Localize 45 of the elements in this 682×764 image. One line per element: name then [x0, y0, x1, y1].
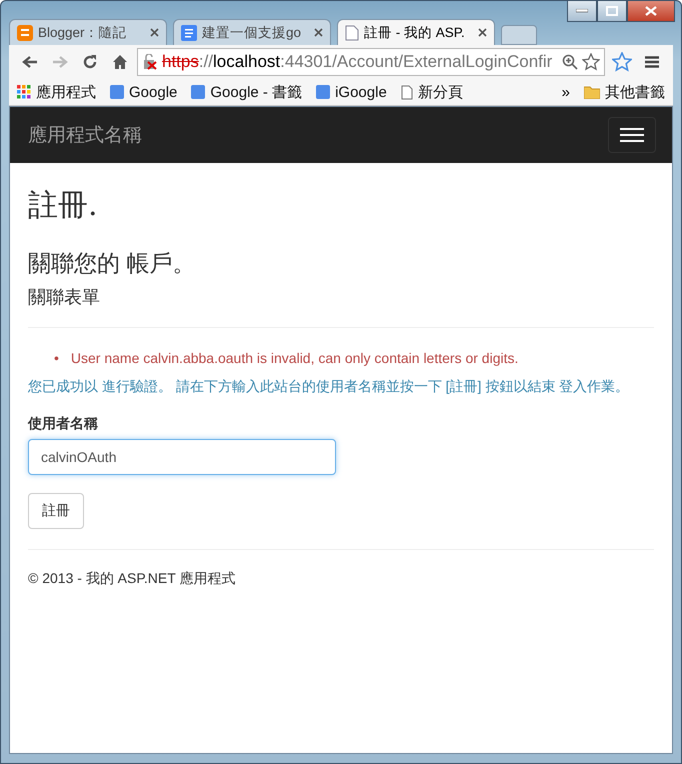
- section-heading: 關聯表單: [28, 286, 101, 309]
- register-button[interactable]: 註冊: [28, 493, 84, 529]
- page-title: 註冊.: [28, 187, 99, 225]
- browser-tab[interactable]: Blogger：隨記: [9, 19, 167, 45]
- document-icon: [181, 24, 197, 40]
- browser-tab[interactable]: 註冊 - 我的 ASP.: [337, 19, 495, 45]
- google-bookmark-icon: [316, 85, 330, 99]
- browser-tab[interactable]: 建置一個支援go: [173, 19, 331, 45]
- address-bar[interactable]: https://localhost:44301/Account/ExternalLoginConfir: [137, 48, 605, 76]
- close-icon: [645, 6, 657, 16]
- bullet-marker: •: [54, 349, 59, 368]
- bookmark-link[interactable]: Google - 書籤: [210, 82, 302, 102]
- bookmark-link[interactable]: 新分頁: [418, 82, 463, 102]
- menu-toggle-button[interactable]: [608, 117, 656, 153]
- info-text: 您已成功以 進行驗證。 請在下方輸入此站台的使用者名稱並按一下 [註冊] 按鈕以結束 登入作業。: [28, 377, 630, 396]
- error-message: User name calvin.abba.oauth is invalid, can only contain letters or digits.: [70, 349, 518, 368]
- username-input[interactable]: calvinOAuth: [28, 439, 336, 475]
- close-icon[interactable]: [478, 28, 487, 37]
- field-label: 使用者名稱: [28, 415, 99, 433]
- close-icon[interactable]: [314, 28, 323, 37]
- blog-icon: [17, 24, 33, 40]
- bookmark-link[interactable]: 應用程式: [36, 82, 96, 102]
- google-bookmark-icon: [110, 85, 124, 99]
- bookmark-link[interactable]: iGoogle: [335, 84, 387, 100]
- page-icon: [345, 24, 359, 40]
- maximize-button[interactable]: [597, 1, 627, 22]
- brand-link[interactable]: 應用程式名稱: [28, 122, 142, 148]
- apps-grid-icon: [17, 85, 31, 99]
- maximize-icon: [606, 6, 618, 16]
- page-subtitle: 關聯您的 帳戶。: [28, 249, 196, 278]
- star-icon[interactable]: [582, 53, 600, 71]
- folder-icon: [584, 86, 600, 98]
- minimize-button[interactable]: [567, 1, 597, 22]
- more-bookmarks-button[interactable]: »: [562, 84, 570, 100]
- footer-text: © 2013 - 我的 ASP.NET 應用程式: [28, 570, 236, 588]
- bookmark-folder[interactable]: 其他書籤: [605, 82, 665, 102]
- minimize-icon: [576, 9, 588, 13]
- bookmark-link[interactable]: Google: [129, 84, 178, 100]
- close-icon[interactable]: [150, 28, 159, 37]
- page-icon: [400, 84, 413, 100]
- google-bookmark-icon: [191, 85, 206, 99]
- close-button[interactable]: [627, 1, 675, 22]
- url-scheme: https: [162, 52, 199, 71]
- broken-lock-icon: [142, 54, 158, 70]
- zoom-icon[interactable]: [562, 54, 578, 70]
